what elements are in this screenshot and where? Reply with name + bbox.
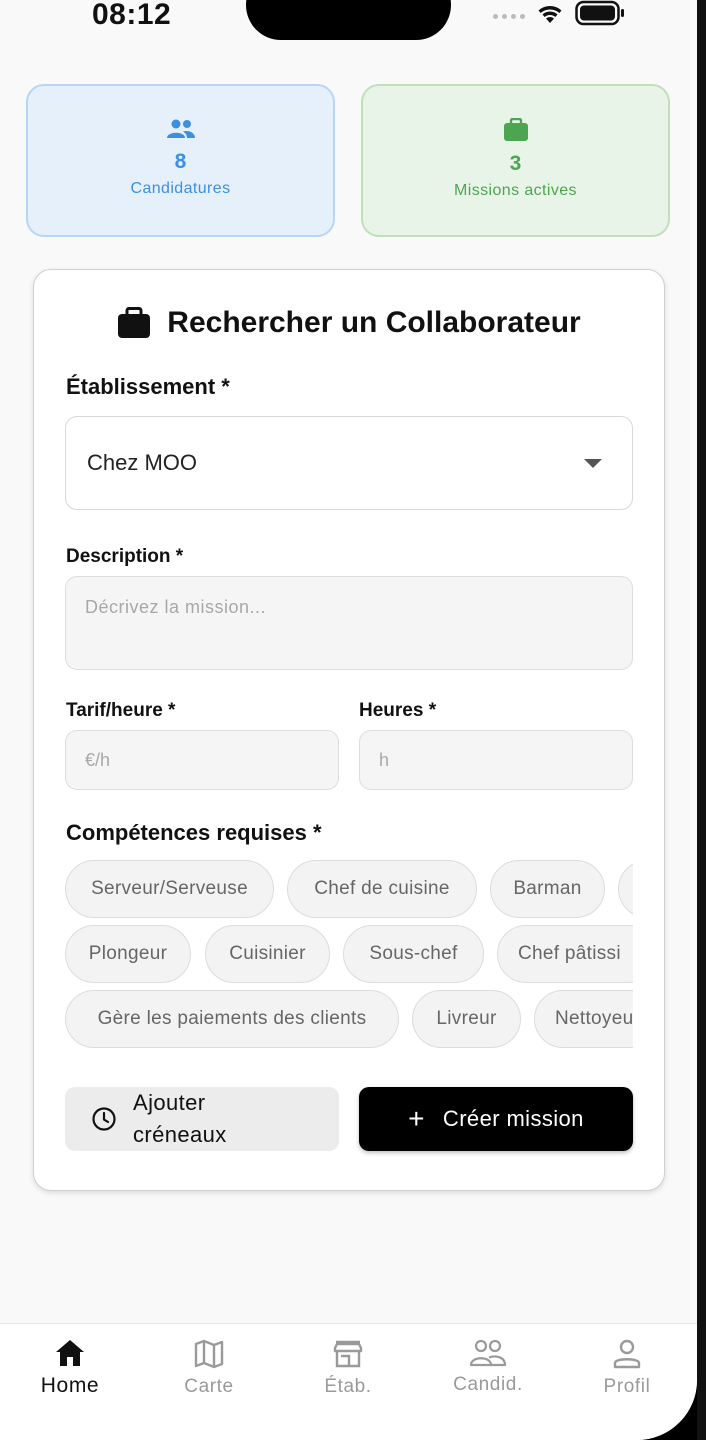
nav-label-candidates: Candid. xyxy=(453,1374,523,1395)
active-missions-count: 3 xyxy=(509,152,522,175)
home-icon xyxy=(56,1340,84,1366)
stat-card-applications[interactable]: 8 Candidatures xyxy=(26,84,335,237)
add-slots-label: Ajouter créneaux xyxy=(133,1090,227,1147)
form-title: Rechercher un Collaborateur xyxy=(34,306,664,340)
skills-row: Gère les paiements des clients Livreur N… xyxy=(65,990,633,1050)
plus-icon: + xyxy=(408,1103,425,1134)
dynamic-island xyxy=(246,0,451,40)
nav-item-home[interactable]: Home xyxy=(10,1338,130,1398)
briefcase-icon xyxy=(503,118,528,141)
skill-chip[interactable]: Sous-chef xyxy=(343,925,484,983)
establishment-select[interactable]: Chez MOO xyxy=(65,416,633,510)
stat-card-active-missions[interactable]: 3 Missions actives xyxy=(361,84,670,237)
skill-chip[interactable]: Chef de cuisine xyxy=(287,860,477,918)
active-missions-label: Missions actives xyxy=(454,182,577,199)
create-mission-label: Créer mission xyxy=(442,1106,584,1131)
hours-label: Heures * xyxy=(359,700,437,721)
description-input[interactable]: Décrivez la mission... xyxy=(65,576,633,670)
wifi-icon xyxy=(538,6,562,23)
skill-chip[interactable] xyxy=(618,860,633,918)
description-label: Description * xyxy=(66,546,184,567)
description-placeholder: Décrivez la mission... xyxy=(85,597,267,617)
skill-chip[interactable]: Barman xyxy=(490,860,605,918)
bottom-navigation: Home Carte Étab. Candid. Profil xyxy=(0,1323,697,1440)
signal-icon xyxy=(493,13,525,19)
establishment-label: Établissement * xyxy=(66,374,230,399)
rate-label: Tarif/heure * xyxy=(66,700,176,721)
skill-chip[interactable]: Cuisinier xyxy=(205,925,330,983)
chevron-down-icon xyxy=(584,459,602,468)
briefcase-icon xyxy=(118,307,151,338)
rate-placeholder: €/h xyxy=(85,749,111,770)
form-title-text: Rechercher un Collaborateur xyxy=(167,306,581,339)
nav-label-home: Home xyxy=(40,1374,100,1397)
skill-chip[interactable]: Chef pâtissi xyxy=(497,925,633,983)
skill-chip[interactable]: Nettoyeu xyxy=(534,990,633,1048)
status-icons xyxy=(493,0,625,26)
battery-icon xyxy=(575,0,624,26)
nav-label-profile: Profil xyxy=(603,1376,651,1397)
add-slots-button[interactable]: Ajouter créneaux xyxy=(65,1087,339,1151)
nav-label-map: Carte xyxy=(184,1376,234,1397)
skills-row: Plongeur Cuisinier Sous-chef Chef pâtiss… xyxy=(65,925,633,985)
people-icon xyxy=(166,119,195,138)
phone-screen: 08:12 8 Candidatures 3 Missions actives … xyxy=(0,0,697,1440)
hours-placeholder: h xyxy=(379,749,390,770)
create-mission-button[interactable]: + Créer mission xyxy=(359,1087,633,1151)
skills-label: Compétences requises * xyxy=(66,820,322,845)
clock-icon xyxy=(92,1107,116,1131)
rate-input[interactable]: €/h xyxy=(65,730,339,790)
skill-chip[interactable]: Livreur xyxy=(412,990,521,1048)
skills-row: Serveur/Serveuse Chef de cuisine Barman xyxy=(65,860,633,920)
status-time: 08:12 xyxy=(92,0,172,31)
skill-chip[interactable]: Gère les paiements des clients xyxy=(65,990,399,1048)
nav-item-establishments[interactable]: Étab. xyxy=(288,1338,408,1398)
establishment-value: Chez MOO xyxy=(87,450,198,475)
skill-chip[interactable]: Serveur/Serveuse xyxy=(65,860,274,918)
group-icon xyxy=(469,1339,507,1367)
skill-chip[interactable]: Plongeur xyxy=(65,925,191,983)
mission-form-card: Rechercher un Collaborateur Établissemen… xyxy=(33,269,665,1191)
hours-input[interactable]: h xyxy=(359,730,633,790)
map-icon xyxy=(194,1339,224,1369)
nav-item-candidates[interactable]: Candid. xyxy=(428,1338,548,1396)
store-icon xyxy=(333,1340,363,1368)
applications-count: 8 xyxy=(174,150,187,173)
person-icon xyxy=(613,1339,641,1369)
nav-item-map[interactable]: Carte xyxy=(149,1338,269,1398)
nav-item-profile[interactable]: Profil xyxy=(567,1338,687,1398)
applications-label: Candidatures xyxy=(130,180,231,197)
device-frame xyxy=(697,0,706,1440)
nav-label-establishments: Étab. xyxy=(324,1376,372,1397)
